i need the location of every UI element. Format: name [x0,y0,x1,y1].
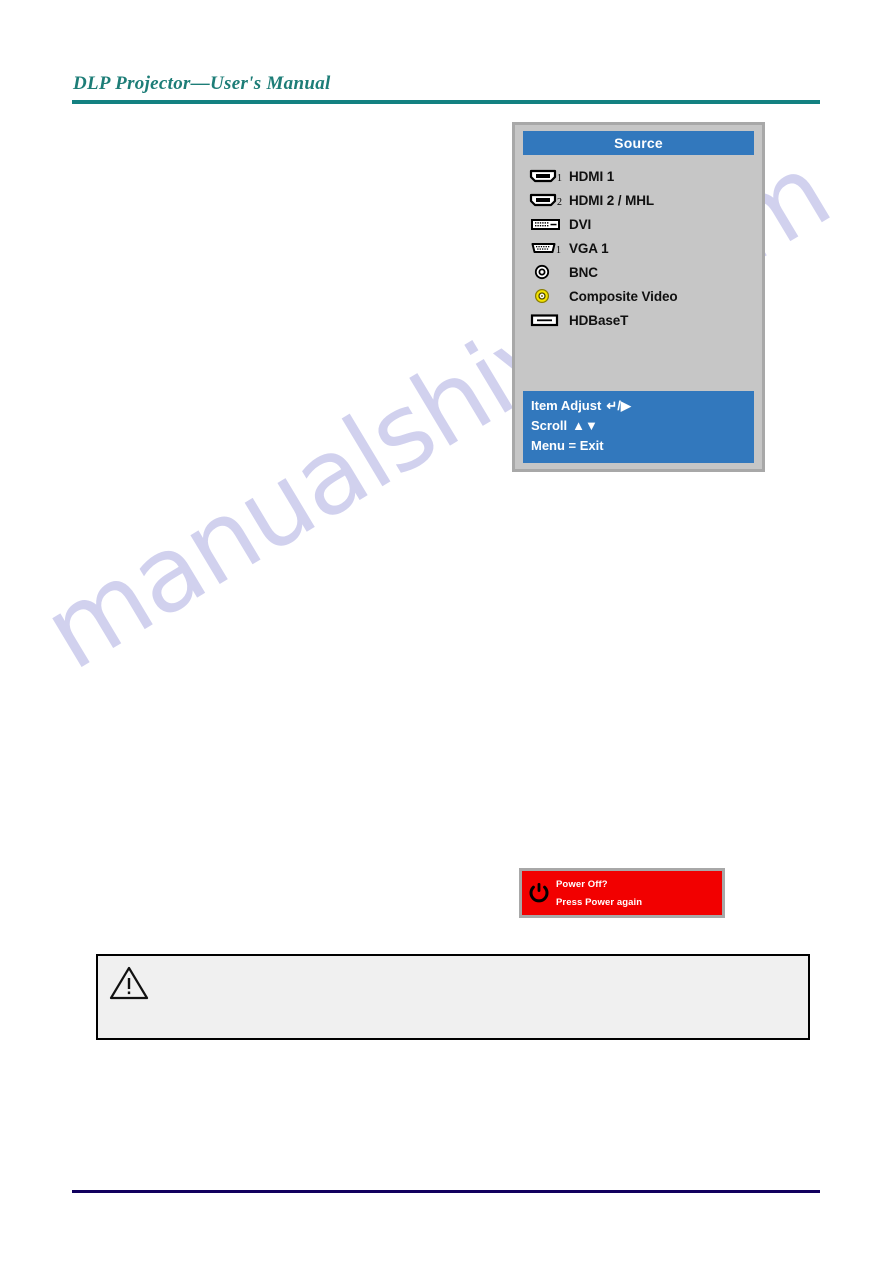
svg-text:1: 1 [557,173,562,184]
source-label: VGA 1 [569,240,609,256]
source-item-hdbaset[interactable]: HDBaseT [523,308,754,332]
osd-hint-scroll: Scroll ▲▼ [523,416,754,436]
source-item-bnc[interactable]: BNC [523,260,754,284]
hdmi-connector-icon: 1 [523,167,569,185]
composite-rca-connector-icon [523,287,569,305]
osd-hint-menu-exit: Menu = Exit [523,436,754,456]
source-label: HDBaseT [569,312,629,328]
osd-title-bar: Source [523,131,754,155]
osd-hint-label: Menu = Exit [531,438,604,453]
warning-triangle-icon [108,964,150,1007]
footer-divider [72,1190,820,1193]
source-label: DVI [569,216,592,232]
source-item-vga1[interactable]: 1 VGA 1 [523,236,754,260]
svg-text:1: 1 [556,245,561,256]
source-label: HDMI 2 / MHL [569,192,655,208]
source-label: BNC [569,264,598,280]
power-off-messages: Power Off? Press Power again [556,879,642,908]
power-off-dialog[interactable]: Power Off? Press Power again [519,868,725,918]
source-item-hdmi1[interactable]: 1 HDMI 1 [523,164,754,188]
source-label: Composite Video [569,288,678,304]
source-item-dvi[interactable]: DVI [523,212,754,236]
osd-hint-bar: Item Adjust ↵/▶ Scroll ▲▼ Menu = Exit [523,391,754,463]
up-down-arrow-icon: ▲▼ [572,418,598,433]
hdbaset-connector-icon [523,311,569,329]
header-divider [72,100,820,104]
power-off-subtitle: Press Power again [556,896,643,908]
bnc-connector-icon [523,263,569,281]
dvi-connector-icon [523,215,569,233]
enter-right-arrow-icon: ↵/▶ [606,398,631,413]
source-label: HDMI 1 [569,168,615,184]
power-off-title: Power Off? [556,878,608,890]
osd-source-panel[interactable]: Source 1 HDMI 1 2 HDMI 2 / MHL DVI 1 VGA… [512,122,765,472]
svg-text:2: 2 [557,197,562,208]
caution-note-box [96,954,810,1040]
source-item-composite-video[interactable]: Composite Video [523,284,754,308]
osd-hint-label: Scroll [531,418,568,433]
page-header: DLP Projector—User's Manual [72,74,820,104]
source-item-hdmi2-mhl[interactable]: 2 HDMI 2 / MHL [523,188,754,212]
page-title: DLP Projector—User's Manual [73,73,331,94]
osd-source-panel-inner: Source 1 HDMI 1 2 HDMI 2 / MHL DVI 1 VGA… [523,131,754,463]
osd-hint-item-adjust: Item Adjust ↵/▶ [523,396,754,416]
vga-dsub-connector-icon: 1 [523,239,569,257]
power-symbol-icon [522,882,556,904]
osd-hint-label: Item Adjust [531,398,602,413]
hdmi-connector-icon: 2 [523,191,569,209]
osd-source-list[interactable]: 1 HDMI 1 2 HDMI 2 / MHL DVI 1 VGA 1 BNC … [523,164,754,332]
